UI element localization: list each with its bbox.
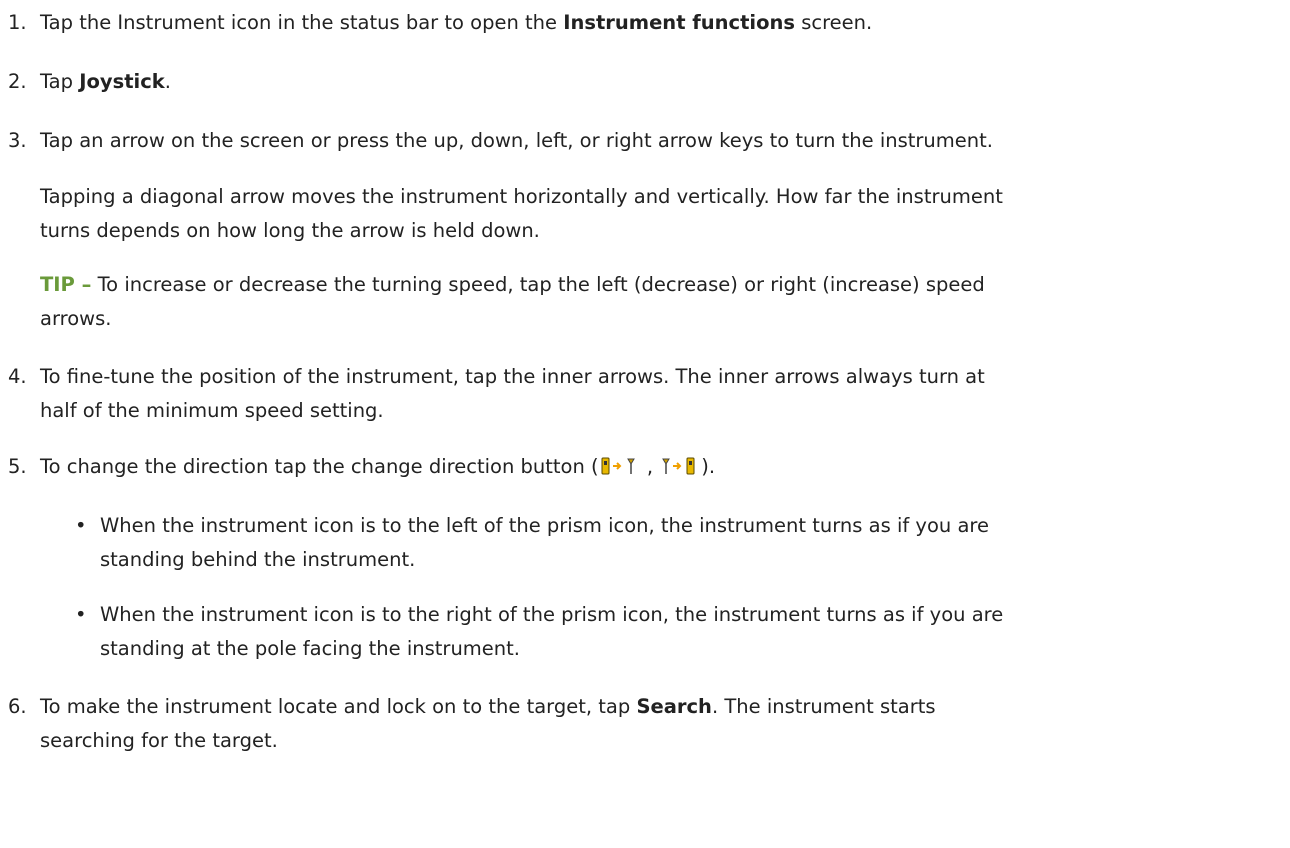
tip-line-1: TIP – To increase or decrease the turnin…: [40, 268, 1285, 302]
tip-label: TIP –: [40, 273, 92, 296]
step-number: 1.: [8, 11, 27, 34]
step-text: Tap an arrow on the screen or press the …: [40, 129, 993, 152]
bullet-text-line-2: standing behind the instrument.: [100, 548, 416, 571]
bullet-dot: •: [75, 514, 87, 537]
instructions-document: 1. Tap the Instrument icon in the status…: [0, 0, 1290, 848]
bullet-text-line-1: When the instrument icon is to the left …: [100, 514, 989, 537]
ui-term-search: Search: [636, 695, 712, 718]
ui-term-joystick: Joystick: [79, 70, 165, 93]
step-text-line-1: To make the instrument locate and lock o…: [40, 690, 1280, 724]
step-text-line-1: To fine-tune the position of the instrum…: [40, 365, 985, 388]
step-text-post: ).: [701, 455, 716, 478]
icon-separator: ,: [640, 455, 660, 478]
step-text: Tap the Instrument icon in the status ba…: [40, 6, 1280, 40]
prism-to-instrument-icon: [660, 456, 700, 476]
ui-term-instrument-functions: Instrument functions: [563, 11, 796, 34]
step-text-pre: Tap: [40, 70, 80, 93]
bullet-dot: •: [75, 603, 87, 626]
step-text: To change the direction tap the change d…: [40, 450, 1280, 484]
step-text-pre: Tap the Instrument icon in the status ba…: [40, 11, 564, 34]
step-text-pre: To make the instrument locate and lock o…: [40, 695, 637, 718]
step-3-detail-line-1: Tapping a diagonal arrow moves the instr…: [40, 185, 1003, 208]
step-number: 6.: [8, 695, 27, 718]
step-number: 3.: [8, 129, 27, 152]
bullet-text-line-1: When the instrument icon is to the right…: [100, 603, 1004, 626]
instrument-to-prism-icon: [600, 456, 640, 476]
bullet-text-line-2: standing at the pole facing the instrume…: [100, 637, 521, 660]
step-text-post: .: [164, 70, 171, 93]
step-3-detail-line-2: turns depends on how long the arrow is h…: [40, 219, 540, 242]
step-text-post: . The instrument starts: [711, 695, 936, 718]
step-text-pre: To change the direction tap the change d…: [40, 455, 599, 478]
step-6-line-2: searching for the target.: [40, 729, 278, 752]
step-number: 4.: [8, 365, 27, 388]
tip-text: To increase or decrease the turning spee…: [91, 273, 985, 296]
step-number: 5.: [8, 455, 27, 478]
step-text-post: screen.: [795, 11, 873, 34]
tip-line-2: arrows.: [40, 307, 112, 330]
step-text: Tap Joystick.: [40, 65, 1280, 99]
step-4-line-2: half of the minimum speed setting.: [40, 399, 384, 422]
step-number: 2.: [8, 70, 27, 93]
